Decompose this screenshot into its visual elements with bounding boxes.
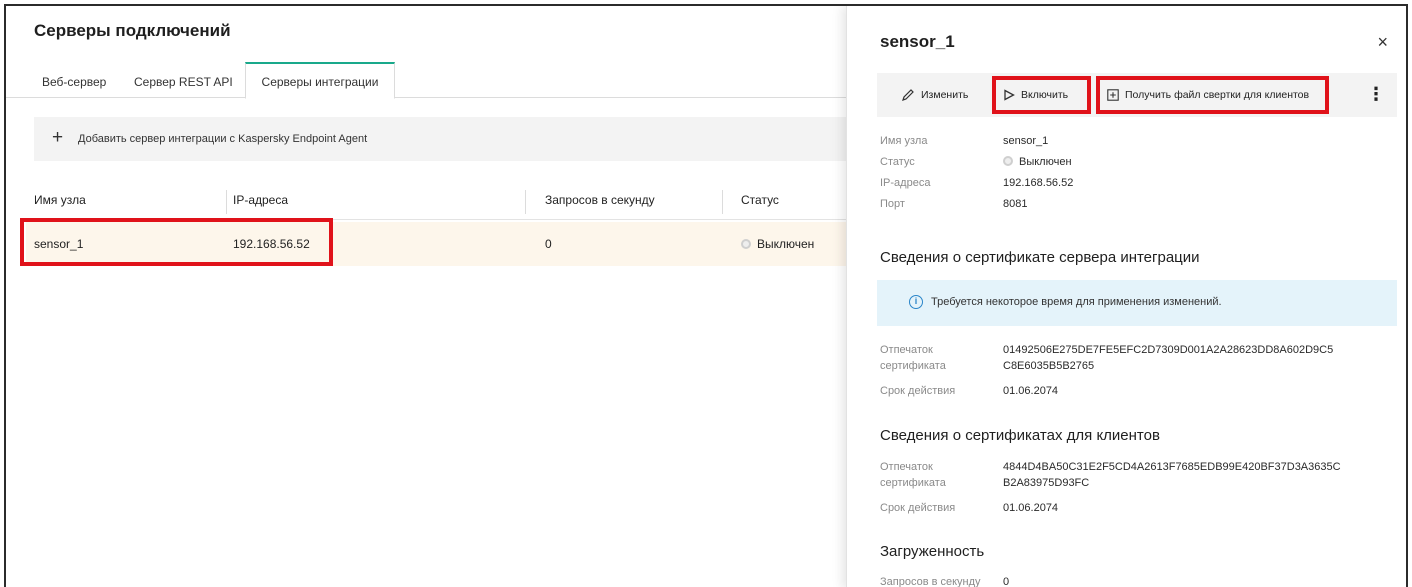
column-header-ip[interactable]: IP-адреса: [233, 193, 288, 207]
tab-web-server[interactable]: Веб-сервер: [42, 62, 106, 98]
cell-rps: 0: [545, 237, 552, 251]
column-divider: [722, 190, 723, 214]
column-header-host[interactable]: Имя узла: [34, 193, 86, 207]
tab-integration-servers[interactable]: Серверы интеграции: [245, 62, 395, 99]
close-icon[interactable]: ×: [1377, 32, 1388, 53]
info-notice-text: Требуется некоторое время для применения…: [931, 296, 1222, 308]
load-rps-value: 0: [1003, 576, 1010, 587]
load-section-title: Загруженность: [880, 543, 985, 560]
server-thumbprint-value-line1: 01492506E275DE7FE5EFC2D7309D001A2A28623D…: [1003, 344, 1334, 356]
client-thumbprint-value-line1: 4844D4BA50C31E2F5CD4A2613F7685EDB99E420B…: [1003, 461, 1341, 473]
client-cert-section-title: Сведения о сертификатах для клиентов: [880, 427, 1160, 444]
page-title: Серверы подключений: [34, 21, 231, 40]
tab-rest-api[interactable]: Сервер REST API: [134, 62, 233, 98]
column-header-rps[interactable]: Запросов в секунду: [545, 193, 655, 207]
enable-button-label: Включить: [1021, 89, 1069, 101]
play-icon: [1004, 89, 1015, 101]
enable-button[interactable]: Включить: [1003, 73, 1068, 117]
server-thumbprint-value-line2: C8E6035B5B2765: [1003, 360, 1095, 372]
cell-host: sensor_1: [34, 237, 84, 251]
client-validity-value: 01.06.2074: [1003, 502, 1059, 514]
client-thumbprint-label-line2: сертификата: [880, 477, 946, 489]
panel-toolbar: Изменить Включить Получить файл свертки …: [877, 73, 1397, 117]
table-row[interactable]: sensor_1 192.168.56.52 0 Выключен: [26, 222, 846, 266]
get-client-file-button[interactable]: Получить файл свертки для клиентов: [1107, 73, 1309, 117]
main-area: Серверы подключений Веб-сервер Сервер RE…: [6, 6, 846, 587]
server-validity-label: Срок действия: [880, 385, 956, 397]
add-box-icon: [1107, 89, 1119, 101]
host-value: sensor_1: [1003, 135, 1049, 147]
app-frame: Серверы подключений Веб-сервер Сервер RE…: [4, 4, 1408, 587]
info-notice: i Требуется некоторое время для применен…: [877, 280, 1397, 326]
status-value: Выключен: [1019, 156, 1072, 168]
column-divider: [525, 190, 526, 214]
status-off-icon: [741, 239, 751, 249]
server-thumbprint-label-line1: Отпечаток: [880, 344, 933, 356]
client-thumbprint-value-line2: B2A83975D93FC: [1003, 477, 1090, 489]
cell-status-text: Выключен: [757, 237, 815, 251]
cell-ip: 192.168.56.52: [233, 237, 310, 251]
pencil-icon: [902, 89, 914, 101]
plus-icon: +: [52, 127, 64, 148]
status-off-icon: [1003, 156, 1013, 166]
status-label: Статус: [880, 156, 915, 168]
edit-button-label: Изменить: [921, 89, 969, 101]
add-integration-server-label: Добавить сервер интеграции с Kaspersky E…: [78, 133, 368, 145]
table-header: Имя узла IP-адреса Запросов в секунду Ст…: [26, 184, 846, 220]
ip-value: 192.168.56.52: [1003, 177, 1074, 189]
more-options-icon[interactable]: ⋮: [1367, 81, 1385, 107]
details-panel: sensor_1 × Изменить Включить Получить фа…: [846, 6, 1406, 587]
status-value-group: Выключен: [1003, 155, 1072, 170]
ip-label: IP-адреса: [880, 177, 931, 189]
server-thumbprint-label-line2: сертификата: [880, 360, 946, 372]
column-divider: [226, 190, 227, 214]
add-integration-server-button[interactable]: + Добавить сервер интеграции с Kaspersky…: [34, 117, 846, 161]
edit-button[interactable]: Изменить: [901, 73, 968, 117]
port-label: Порт: [880, 198, 905, 210]
server-validity-value: 01.06.2074: [1003, 385, 1059, 397]
info-icon: i: [909, 295, 923, 309]
client-validity-label: Срок действия: [880, 502, 956, 514]
client-thumbprint-label-line1: Отпечаток: [880, 461, 933, 473]
server-cert-section-title: Сведения о сертификате сервера интеграци…: [880, 249, 1200, 266]
host-label: Имя узла: [880, 135, 928, 147]
port-value: 8081: [1003, 198, 1028, 210]
load-rps-label: Запросов в секунду: [880, 576, 981, 587]
column-header-status[interactable]: Статус: [741, 193, 779, 207]
tab-bar: Веб-сервер Сервер REST API Серверы интег…: [6, 62, 846, 99]
get-client-file-label: Получить файл свертки для клиентов: [1125, 89, 1310, 101]
cell-status: Выключен: [741, 237, 814, 251]
panel-title: sensor_1: [880, 32, 955, 51]
